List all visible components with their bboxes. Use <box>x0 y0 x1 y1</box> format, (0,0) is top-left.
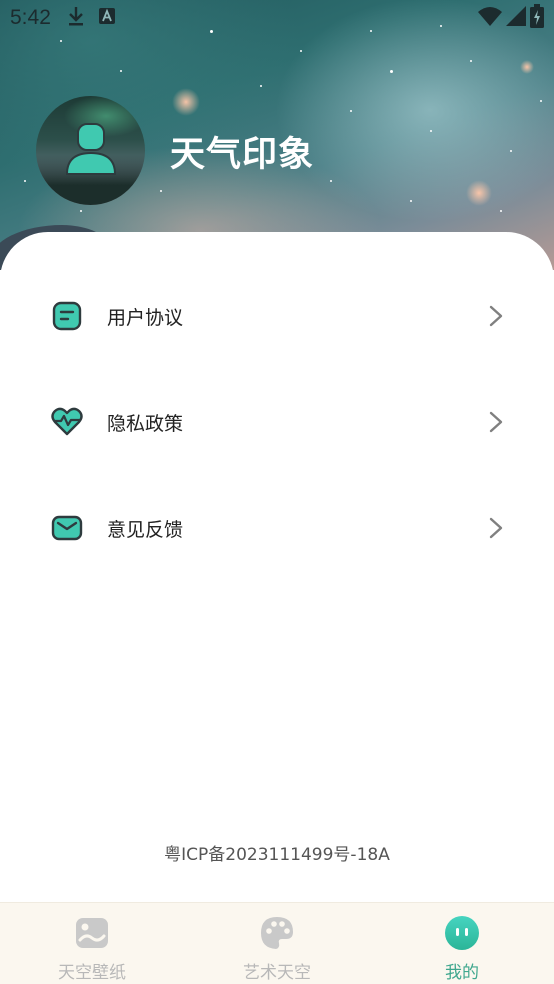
menu-item-user-agreement[interactable]: 用户协议 <box>0 276 554 356</box>
download-icon <box>67 5 85 31</box>
signal-icon <box>506 6 526 30</box>
status-time: 5:42 <box>10 6 51 29</box>
nav-label: 我的 <box>445 963 479 983</box>
document-icon <box>51 300 83 332</box>
battery-charging-icon <box>530 4 544 32</box>
chevron-right-icon <box>486 410 506 434</box>
menu-item-feedback[interactable]: 意见反馈 <box>0 488 554 568</box>
chevron-right-icon <box>486 304 506 328</box>
bottom-nav: 天空壁纸 艺术天空 我的 <box>0 902 554 984</box>
heart-pulse-icon <box>51 406 83 438</box>
menu-item-label: 用户协议 <box>107 306 184 329</box>
wifi-icon <box>478 6 502 30</box>
chevron-right-icon <box>486 516 506 540</box>
app-name: 天气印象 <box>170 135 315 175</box>
avatar[interactable] <box>36 96 145 205</box>
nav-item-art-sky[interactable]: 艺术天空 <box>185 903 369 984</box>
icp-record-text[interactable]: 粤ICP备2023111499号-18A <box>0 840 554 865</box>
keyboard-a-icon <box>98 8 115 28</box>
menu-item-label: 隐私政策 <box>107 412 184 435</box>
user-person-icon <box>64 122 118 180</box>
nav-item-mine[interactable]: 我的 <box>370 903 554 984</box>
nav-item-sky-wallpaper[interactable]: 天空壁纸 <box>0 903 184 984</box>
palette-icon <box>259 915 295 951</box>
nav-label: 艺术天空 <box>243 963 311 983</box>
face-icon <box>444 915 480 951</box>
status-bar: 5:42 <box>0 0 554 36</box>
menu-item-privacy-policy[interactable]: 隐私政策 <box>0 382 554 462</box>
nav-label: 天空壁纸 <box>58 963 126 983</box>
image-icon <box>74 915 110 951</box>
mail-icon <box>51 512 83 544</box>
menu-item-label: 意见反馈 <box>107 518 184 541</box>
